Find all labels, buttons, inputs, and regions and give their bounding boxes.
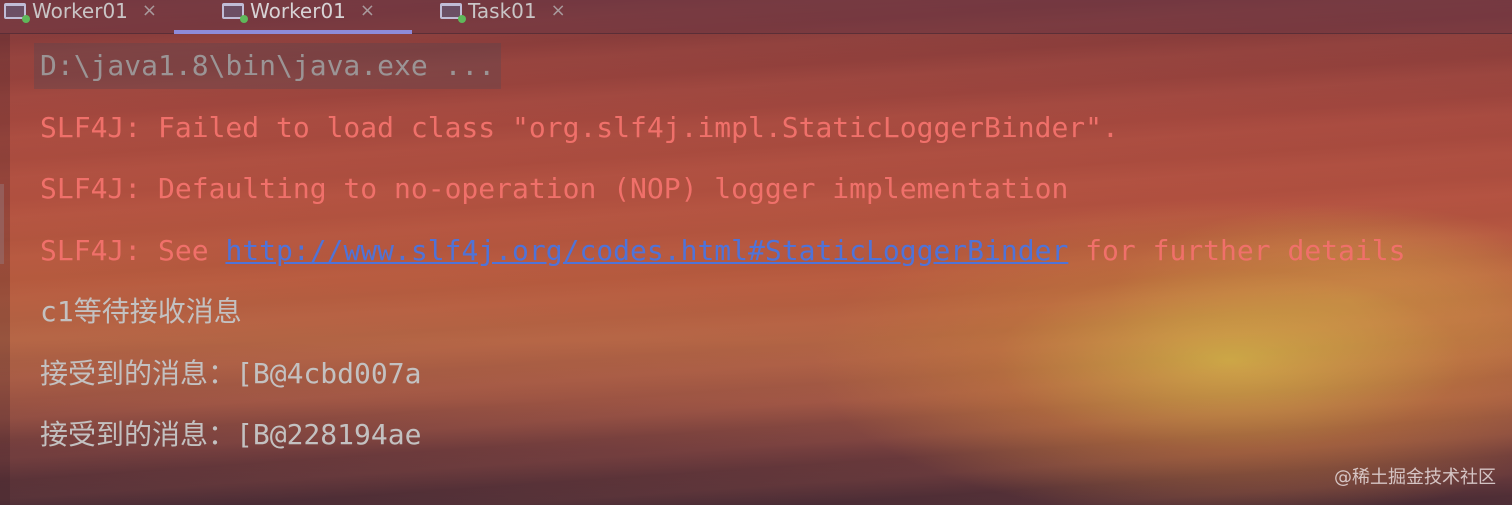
- tab-label: Worker01: [250, 0, 346, 23]
- console-line-output: c1等待接收消息: [40, 295, 242, 328]
- run-config-icon: [222, 2, 248, 23]
- slf4j-docs-link[interactable]: http://www.slf4j.org/codes.html#StaticLo…: [225, 234, 1068, 267]
- tab-worker01-second[interactable]: Worker01 ×: [174, 0, 412, 34]
- console-output[interactable]: D:\java1.8\bin\java.exe ... SLF4J: Faile…: [34, 43, 1512, 474]
- tab-label: Task01: [468, 0, 537, 23]
- tab-label: Worker01: [32, 0, 128, 23]
- watermark: @稀土掘金技术社区: [1334, 467, 1496, 488]
- tab-worker01-first[interactable]: Worker01 ×: [0, 0, 200, 34]
- console-line-output: 接受到的消息：[B@228194ae: [40, 418, 422, 451]
- error-text: for further details: [1068, 233, 1406, 267]
- java-command-line[interactable]: D:\java1.8\bin\java.exe ...: [34, 43, 502, 89]
- console-gutter: [0, 34, 10, 505]
- run-tab-bar: Worker01 × Worker01 × Task01 ×: [0, 0, 1512, 34]
- tab-task01[interactable]: Task01 ×: [412, 0, 612, 34]
- error-text: SLF4J: See: [40, 233, 226, 267]
- console-line: D:\java1.8\bin\java.exe ...: [34, 43, 1512, 105]
- close-icon[interactable]: ×: [551, 0, 566, 21]
- gutter-marker: [0, 184, 4, 264]
- console-line-output: 接受到的消息：[B@4cbd007a: [40, 356, 422, 390]
- close-icon[interactable]: ×: [360, 0, 375, 21]
- close-icon[interactable]: ×: [142, 0, 157, 21]
- run-config-icon: [440, 2, 466, 23]
- run-config-icon: [4, 2, 30, 23]
- console-line-error: SLF4J: Defaulting to no-operation (NOP) …: [40, 172, 1069, 205]
- console-line-error: SLF4J: See http://www.slf4j.org/codes.ht…: [40, 228, 1512, 290]
- console-line-error: SLF4J: Failed to load class "org.slf4j.i…: [40, 110, 1119, 144]
